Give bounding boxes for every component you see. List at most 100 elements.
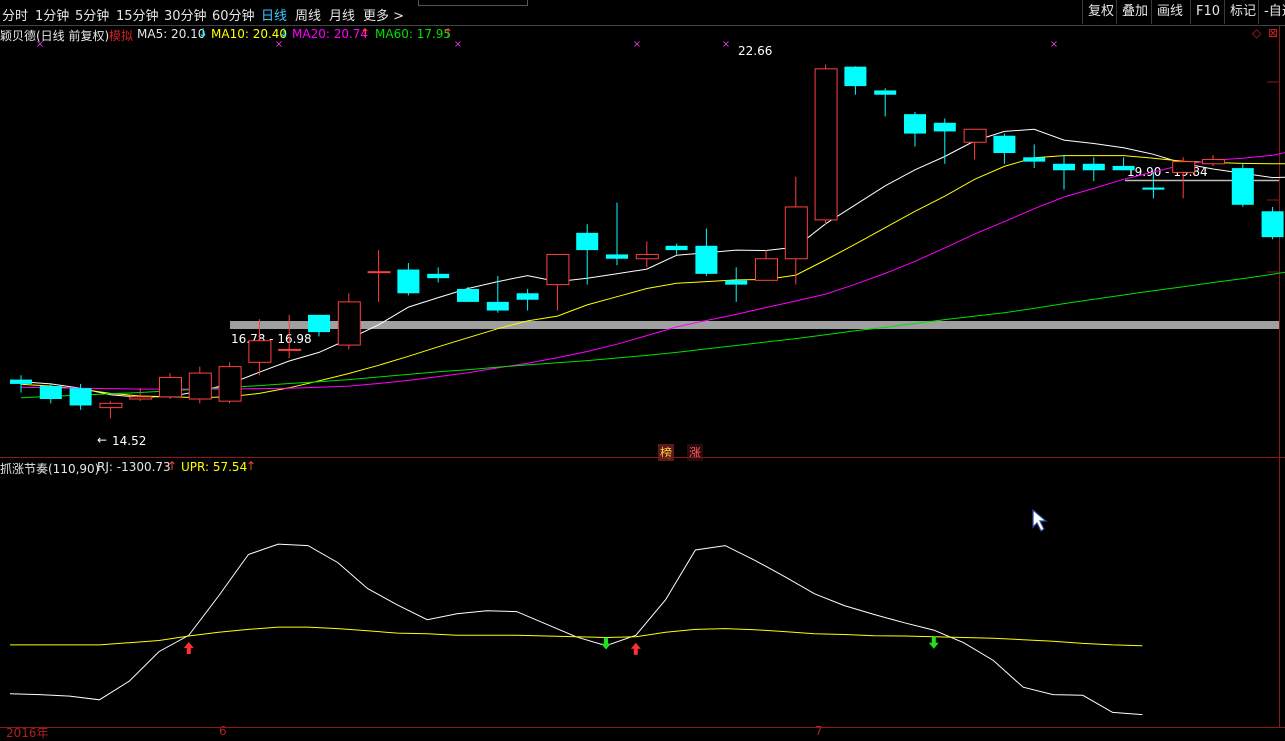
candle <box>635 241 659 268</box>
candle <box>576 224 599 285</box>
candle-body <box>1053 163 1075 171</box>
kline-chart[interactable]: × × × × × × <box>0 0 1285 733</box>
candle <box>397 263 420 296</box>
candle-body <box>308 314 330 333</box>
candle <box>1261 206 1284 240</box>
candle-body <box>248 340 272 363</box>
buy-arrow-icon <box>630 642 641 655</box>
candle-body <box>1172 161 1196 173</box>
candle-body <box>814 68 838 221</box>
candle-body <box>725 280 748 285</box>
candle-body <box>1142 187 1165 190</box>
candle-body <box>1231 168 1254 205</box>
candle <box>814 64 838 225</box>
candle-body <box>188 372 212 400</box>
candle <box>1112 157 1135 171</box>
candle-body <box>99 402 123 409</box>
candle-body <box>1023 157 1046 162</box>
candle-body <box>69 388 92 406</box>
candle-body <box>606 254 628 259</box>
candle-body <box>874 90 897 95</box>
ma-line-ma10 <box>20 155 1285 399</box>
candle <box>337 293 361 350</box>
candle-body <box>993 135 1016 153</box>
candle <box>695 228 718 276</box>
sell-arrow-icon <box>601 637 611 650</box>
indicator-lines <box>9 543 1143 716</box>
candle <box>486 276 509 313</box>
event-marker-icon: × <box>275 39 283 50</box>
event-marker-icon: × <box>722 39 730 50</box>
candle <box>10 375 32 393</box>
candle-body <box>516 293 539 300</box>
candle <box>516 288 539 311</box>
candle <box>993 133 1016 164</box>
candle-body <box>397 269 420 294</box>
candle-body <box>1082 163 1105 171</box>
candle <box>933 118 956 164</box>
candle <box>159 373 182 399</box>
candle <box>1142 172 1165 199</box>
ma-line-ma20 <box>20 152 1285 390</box>
candle-body <box>576 232 599 251</box>
candle <box>1231 163 1254 207</box>
candle-body <box>844 66 867 87</box>
candle-body <box>635 253 659 260</box>
candle-body <box>337 301 361 346</box>
candle <box>1202 155 1225 166</box>
candle-body <box>963 128 987 143</box>
candle <box>606 202 628 266</box>
candle <box>1053 155 1075 190</box>
sell-arrow-icon <box>928 636 939 649</box>
candle <box>1023 144 1046 169</box>
event-marker-icon: × <box>1050 39 1058 50</box>
candle <box>755 250 778 281</box>
candle-body <box>695 245 718 274</box>
candle-body <box>1112 165 1135 171</box>
candle-body <box>159 376 182 398</box>
indicator-line-rj <box>9 543 1143 716</box>
candle-body <box>755 258 778 281</box>
candle <box>665 243 688 255</box>
candle-body <box>486 301 509 311</box>
indicator-signals <box>183 636 939 655</box>
candle <box>904 112 926 147</box>
mouse-cursor-icon <box>1032 508 1048 532</box>
event-markers: × × × × × × <box>36 39 1058 50</box>
candle <box>129 388 153 402</box>
candle <box>844 66 867 95</box>
candle-body <box>457 288 479 302</box>
candle-body <box>10 379 32 384</box>
support-band <box>230 321 1279 329</box>
candle-body <box>129 396 153 400</box>
candle <box>39 383 62 404</box>
candle <box>784 176 808 285</box>
candle <box>546 253 570 311</box>
candle <box>874 88 897 117</box>
candle-body <box>1261 211 1284 238</box>
candlesticks <box>10 64 1284 419</box>
candle-body <box>904 114 926 134</box>
candle <box>457 286 479 302</box>
indicator-line-upr <box>10 626 1143 647</box>
candle-body <box>218 366 242 402</box>
candle-body <box>278 348 302 351</box>
candle-body <box>933 122 956 132</box>
candle-body <box>367 271 391 274</box>
candle <box>218 362 242 404</box>
candle-body <box>39 386 62 399</box>
candle <box>188 366 212 404</box>
event-marker-icon: × <box>633 39 641 50</box>
candle <box>308 314 330 337</box>
cursor-arrow-icon <box>1032 508 1048 532</box>
event-marker-icon: × <box>454 39 462 50</box>
candle <box>427 267 450 283</box>
candle <box>99 401 123 419</box>
candle <box>1082 157 1105 182</box>
candle-body <box>665 245 688 251</box>
candle <box>1172 157 1196 199</box>
candle-body <box>1202 158 1225 165</box>
candle-body <box>546 253 570 286</box>
candle <box>367 250 391 302</box>
candle-body <box>427 273 450 279</box>
